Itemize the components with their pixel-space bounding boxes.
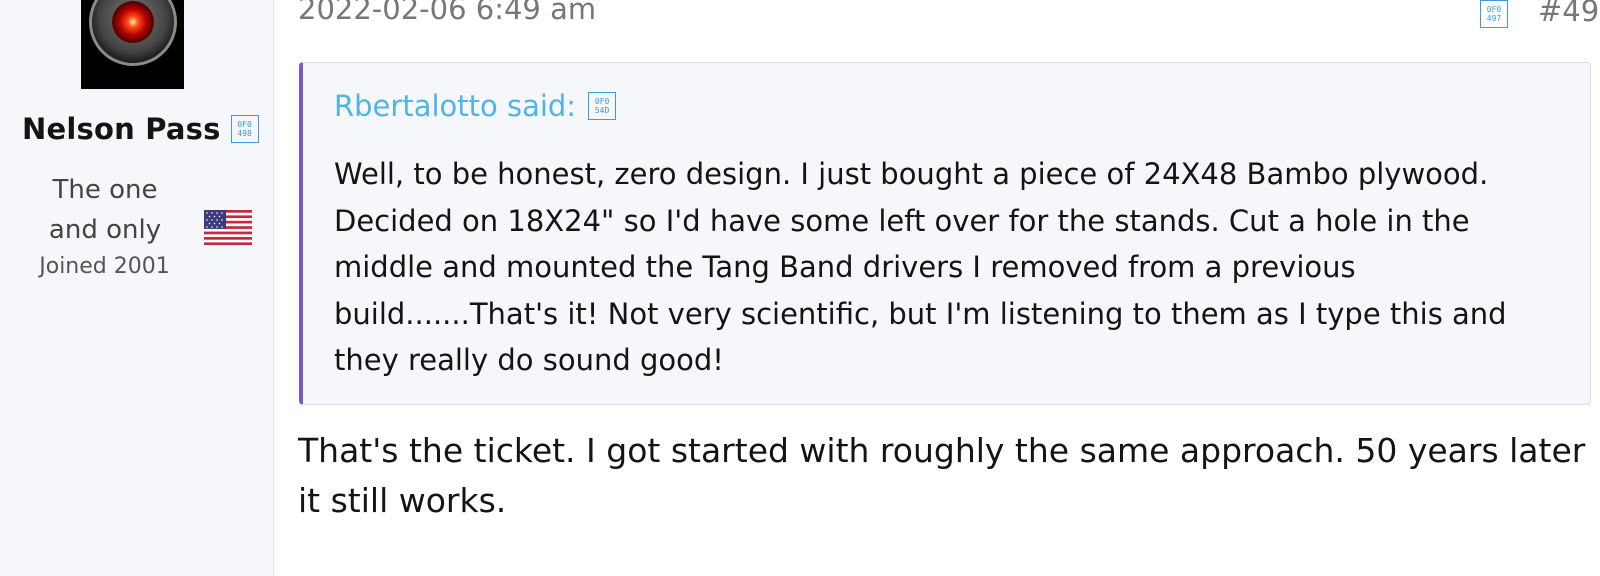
quote-text: Well, to be honest, zero design. I just … (334, 157, 1507, 377)
user-title: The one and only (48, 175, 162, 245)
avatar[interactable] (81, 0, 184, 89)
message-main: 2022-02-06 6:49 am 0F0 497 #49 Rbertalot… (274, 0, 1600, 576)
us-flag-icon (204, 210, 252, 245)
post-number-link[interactable]: #49 (1538, 0, 1599, 28)
message-user-sidebar: Nelson Pass 0F0 498 The one and only Joi… (0, 0, 274, 576)
username-link[interactable]: Nelson Pass (22, 112, 221, 146)
quote-attribution[interactable]: Rbertalotto said: 0F0 54D (334, 89, 617, 123)
username-row: Nelson Pass 0F0 498 (22, 112, 259, 146)
hal-9000-eye-icon (89, 0, 177, 66)
post-date-link[interactable]: 2022-02-06 6:49 am (298, 0, 596, 26)
post-body-text: That's the ticket. I got started with ro… (298, 431, 1586, 520)
hal-eye-lens (112, 1, 154, 43)
staff-badge-icon: 0F0 498 (230, 115, 259, 143)
joined-date: Joined 2001 (39, 254, 170, 279)
share-icon[interactable]: 0F0 497 (1480, 0, 1508, 28)
quote-author-link[interactable]: Rbertalotto said: (334, 89, 576, 123)
jump-to-quote-icon[interactable]: 0F0 54D (588, 92, 617, 120)
quote-block: Rbertalotto said: 0F0 54D Well, to be ho… (299, 62, 1591, 405)
